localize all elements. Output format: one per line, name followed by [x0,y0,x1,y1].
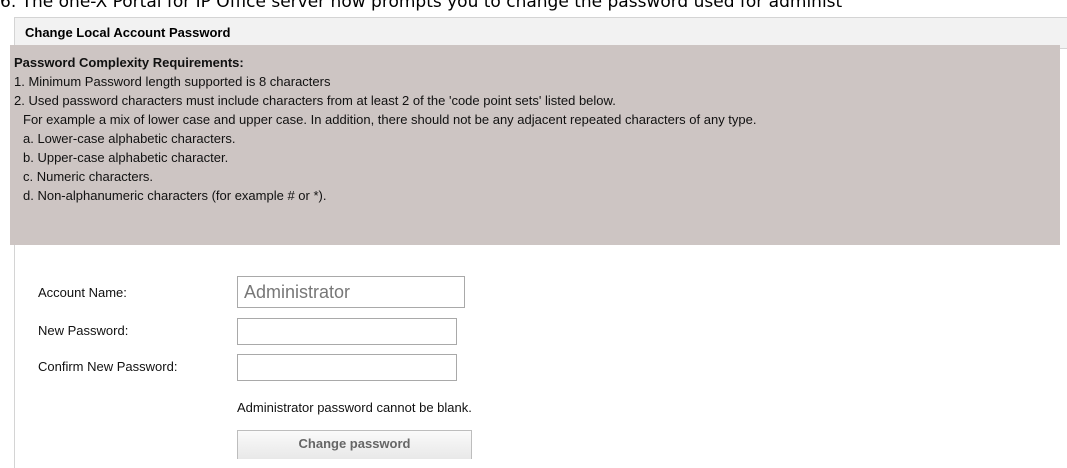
requirement-line: c. Numeric characters. [23,169,154,184]
requirement-line: a. Lower-case alphabetic characters. [23,131,236,146]
requirements-title: Password Complexity Requirements: [14,55,244,70]
confirm-password-label: Confirm New Password: [38,359,178,374]
account-name-label: Account Name: [38,285,127,300]
new-password-field[interactable] [237,318,457,345]
change-password-button[interactable]: Change password [237,430,472,459]
document-caption: 6. The one-X Portal for IP Office server… [0,0,843,12]
requirement-line: b. Upper-case alphabetic character. [23,150,229,165]
requirement-line: For example a mix of lower case and uppe… [23,112,757,127]
account-name-field[interactable] [237,276,465,308]
validation-message: Administrator password cannot be blank. [237,400,472,415]
requirement-line: 2. Used password characters must include… [14,93,616,108]
requirement-line: d. Non-alphanumeric characters (for exam… [23,188,327,203]
password-requirements-box: Password Complexity Requirements: 1. Min… [10,45,1060,245]
new-password-label: New Password: [38,323,129,338]
confirm-password-field[interactable] [237,354,457,381]
requirement-line: 1. Minimum Password length supported is … [14,74,331,89]
